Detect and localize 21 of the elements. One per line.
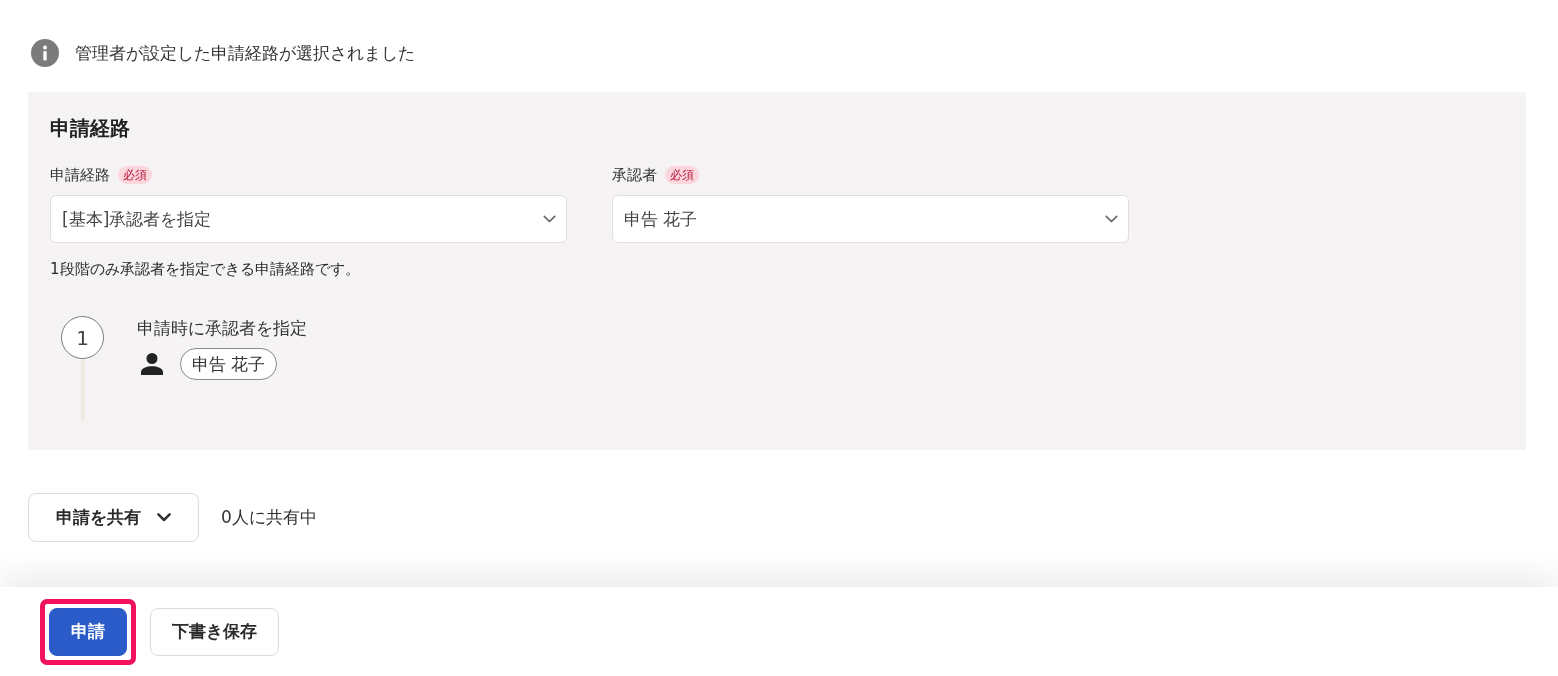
notice-text: 管理者が設定した申請経路が選択されました — [75, 41, 415, 65]
submit-button[interactable]: 申請 — [49, 607, 127, 656]
chevron-down-icon — [543, 215, 556, 223]
panel-title: 申請経路 — [50, 115, 130, 142]
info-icon — [31, 39, 59, 67]
step-title: 申請時に承認者を指定 — [137, 317, 307, 340]
required-badge: 必須 — [118, 166, 152, 184]
field-label: 承認者 — [612, 165, 657, 185]
person-icon — [141, 353, 163, 375]
share-button[interactable]: 申請を共有 — [28, 493, 199, 542]
share-status: 0人に共有中 — [221, 506, 317, 529]
save-draft-button[interactable]: 下書き保存 — [150, 607, 279, 656]
required-badge: 必須 — [665, 166, 699, 184]
select-field[interactable]: [基本]承認者を指定 — [50, 195, 567, 243]
approver-chip: 申告 花子 — [180, 348, 278, 380]
chevron-down-icon — [1105, 215, 1118, 223]
help-text: 1段階のみ承認者を指定できる申請経路です。 — [50, 259, 360, 280]
step-number: 1 — [61, 316, 104, 359]
field-label: 申請経路 — [50, 165, 110, 185]
chevron-down-icon — [157, 513, 171, 522]
select-field[interactable]: 申告 花子 — [612, 195, 1129, 243]
